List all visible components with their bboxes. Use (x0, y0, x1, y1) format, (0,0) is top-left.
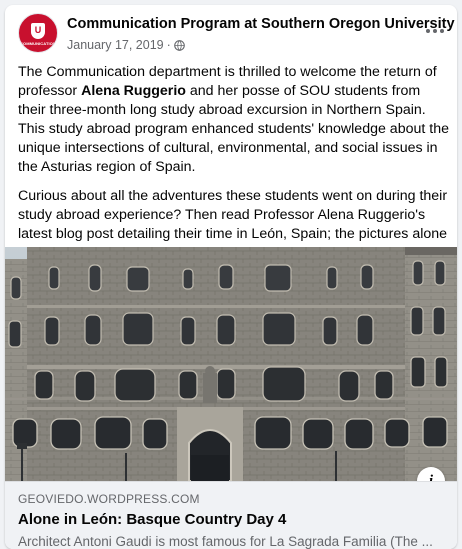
post-meta: January 17, 2019 · (67, 38, 185, 52)
post-body: The Communication department is thrilled… (18, 63, 450, 273)
link-description: Architect Antoni Gaudi is most famous fo… (18, 534, 433, 549)
avatar[interactable]: U COMMUNICATION (18, 13, 58, 53)
link-domain: GEOVIEDO.WORDPRESS.COM (18, 492, 200, 506)
building-facade-photo[interactable] (5, 247, 457, 481)
page-name-link[interactable]: Communication Program at Southern Oregon… (67, 16, 455, 32)
professor-name-tag[interactable]: Alena Ruggerio (81, 83, 186, 99)
building-illustration (5, 247, 457, 481)
link-meta[interactable]: GEOVIEDO.WORDPRESS.COM Alone in León: Ba… (5, 481, 457, 549)
meta-separator: · (166, 38, 171, 52)
post-header: U COMMUNICATION Communication Program at… (5, 5, 457, 57)
post-date[interactable]: January 17, 2019 (67, 38, 164, 52)
post-paragraph-1: The Communication department is thrilled… (18, 63, 450, 177)
link-preview[interactable]: i GEOVIEDO.WORDPRESS.COM Alone in León: … (5, 247, 457, 549)
logo-caption: COMMUNICATION (20, 40, 56, 46)
more-options-button[interactable] (423, 19, 447, 43)
link-title[interactable]: Alone in León: Basque Country Day 4 (18, 511, 286, 528)
logo-shield: U (31, 22, 45, 39)
post-card: U COMMUNICATION Communication Program at… (5, 5, 457, 549)
more-horizontal-icon (426, 29, 444, 33)
globe-icon[interactable] (173, 39, 185, 51)
logo-letter: U (34, 25, 42, 35)
